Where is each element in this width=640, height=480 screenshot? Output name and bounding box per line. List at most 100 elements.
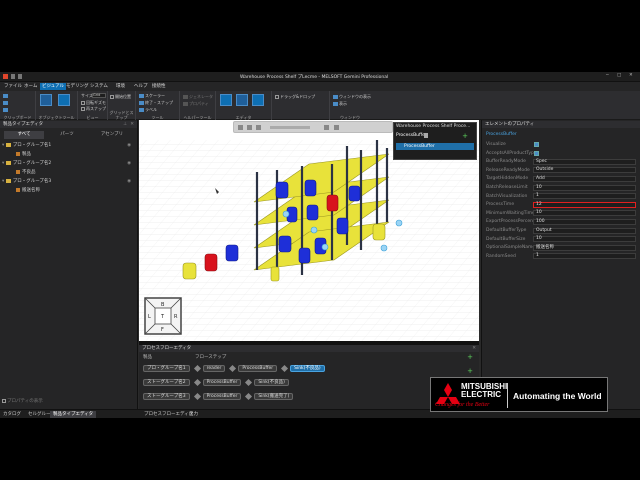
float-buffer-label: ProcessBuffer	[396, 133, 427, 138]
ribbon-group-grid-snap: 開始位置 グリッドとスナップ	[108, 91, 136, 120]
select-tool-button[interactable]	[40, 94, 52, 106]
tab-all[interactable]: すべて	[4, 131, 44, 139]
property-name: BatchVisualization	[486, 193, 528, 199]
flow-row-2[interactable]: ストーグループ名2 ProcessBuffer Sink(不良品)	[143, 378, 294, 389]
display-item[interactable]: 表示	[333, 101, 347, 106]
menu-system[interactable]: システム	[88, 83, 110, 90]
property-value[interactable]: 10	[533, 184, 636, 191]
property-name: DefaultBufferType	[486, 228, 527, 233]
element-properties-panel: エレメントのプロパティ ProcessBuffer Visualize Accep…	[481, 120, 640, 409]
property-item[interactable]: プロパティ	[183, 101, 209, 106]
settings-icon[interactable]	[334, 125, 339, 130]
property-value[interactable]: 1	[533, 253, 636, 260]
menu-visual[interactable]: ビジュアル	[40, 83, 67, 90]
layout-button[interactable]	[220, 94, 232, 106]
tree-folder-3[interactable]: ▾ プロ・グループ名3 ◉	[2, 178, 134, 186]
property-value[interactable]: Output	[533, 227, 636, 234]
play-icon[interactable]	[238, 125, 243, 130]
tab-parts[interactable]: パーツ	[47, 131, 87, 139]
stop-icon[interactable]	[256, 125, 261, 130]
flow-group: ストーグループ名3	[143, 393, 190, 400]
tree-item-defect[interactable]: 不良品	[2, 169, 134, 177]
minimize-button[interactable]: ─	[606, 73, 609, 78]
3d-viewport[interactable]: B L T R F Warehouse Process Shelf Proce.…	[139, 120, 479, 341]
title-bar: Warehouse Process Shelf プLecme - MELSOFT…	[0, 72, 640, 82]
property-value[interactable]: 12	[533, 201, 636, 208]
property-value[interactable]: 100	[533, 218, 636, 225]
delete-icon[interactable]	[424, 133, 428, 138]
resnap-check[interactable]: 再スナップ	[81, 106, 106, 111]
process-button[interactable]	[252, 94, 264, 106]
close-panel-icon[interactable]: ✕	[130, 122, 134, 127]
close-button[interactable]: ✕	[629, 73, 633, 78]
tab-output[interactable]: 出力	[186, 411, 201, 418]
pin-icon[interactable]: ⊥	[123, 122, 127, 127]
flow-row-3[interactable]: ストーグループ名3 ProcessBuffer Sink(搬送完了)	[143, 392, 298, 403]
tab-catalog[interactable]: カタログ	[0, 411, 24, 418]
tree-item-transport[interactable]: 搬送名称	[2, 187, 134, 195]
start-position-check[interactable]: 開始位置	[110, 94, 131, 99]
step-icon	[281, 364, 289, 373]
rotate-gizmo-check[interactable]: 回転ギズモ	[81, 100, 106, 105]
folder-icon	[5, 160, 11, 165]
maximize-button[interactable]: □	[617, 73, 621, 78]
float-buffer-row[interactable]: ProcessBuffer	[396, 143, 474, 150]
grid-size-input[interactable]: Grid	[92, 93, 106, 98]
paste-icon[interactable]	[3, 94, 8, 98]
camera-icon[interactable]	[324, 125, 329, 130]
property-checkbox[interactable]	[534, 150, 539, 156]
move-tool-button[interactable]	[58, 94, 70, 106]
menu-home[interactable]: ホーム	[22, 83, 39, 90]
property-row: AcceptsAllProductTypes	[484, 150, 639, 157]
undo-icon[interactable]	[18, 74, 22, 79]
step-icon	[229, 364, 237, 373]
cut-icon[interactable]	[3, 108, 8, 112]
flow-row-1[interactable]: プロ・グループ名1 reader ProcessBuffer Sink(不良品)	[143, 364, 330, 375]
navigation-cube[interactable]: B L T R F	[144, 297, 182, 335]
add-icon[interactable]: +	[462, 132, 468, 140]
show-properties-check[interactable]: プロパティの表示	[2, 398, 43, 404]
menu-connectivity[interactable]: 接続性	[150, 83, 168, 90]
property-row: BatchVisualization 1	[484, 193, 639, 200]
end-snap-item[interactable]: 終了・スナップ	[139, 100, 173, 105]
add-flow-icon[interactable]: +	[467, 353, 473, 361]
property-value[interactable]: Spec	[533, 158, 636, 165]
property-value[interactable]: 1	[533, 193, 636, 200]
property-value[interactable]: Add	[533, 175, 636, 182]
property-checkbox[interactable]	[534, 142, 539, 147]
label-item[interactable]: ラベル	[139, 107, 157, 112]
menu-file[interactable]: ファイル	[2, 83, 24, 90]
scaler-item[interactable]: スケーラー	[139, 93, 165, 98]
property-value[interactable]: Outside	[533, 167, 636, 174]
property-value[interactable]: 10	[533, 210, 636, 217]
menu-environment[interactable]: 環境	[114, 83, 127, 90]
close-panel-icon[interactable]: ✕	[472, 346, 476, 351]
tree-folder-1[interactable]: ▾ プロ・グループ名1 ◉	[2, 142, 134, 150]
drag-drop-check[interactable]: ドラッグ&ドロップ	[275, 94, 315, 99]
speed-slider[interactable]	[270, 126, 310, 129]
tab-assembly[interactable]: アセンブリ	[90, 131, 134, 139]
copy-icon[interactable]	[3, 101, 8, 105]
ribbon-group-clipboard: クリップボード	[0, 91, 36, 120]
brand-slogan: Changes for the Better	[435, 402, 490, 408]
property-value[interactable]: 搬送名称	[533, 244, 636, 251]
add-step-icon[interactable]: +	[467, 367, 473, 375]
navcube-left-label: L	[148, 314, 151, 320]
save-icon[interactable]	[11, 74, 15, 79]
pause-icon[interactable]	[247, 125, 252, 130]
tree-item-product[interactable]: 製品	[2, 151, 134, 159]
tab-product-type-editor[interactable]: 製品タイプエディタ	[50, 411, 97, 418]
flow-group: プロ・グループ名1	[143, 365, 190, 372]
column-product: 製品	[143, 355, 152, 360]
menu-modeling[interactable]: モデリング	[64, 83, 91, 90]
tree-folder-2[interactable]: ▾ プロ・グループ名2 ◉	[2, 160, 134, 168]
geometry-button[interactable]	[236, 94, 248, 106]
property-value[interactable]: 10	[533, 236, 636, 243]
window-display-item[interactable]: ウィンドウの表示	[333, 94, 371, 99]
step-icon	[193, 378, 201, 387]
mitsubishi-electric-banner: MITSUBISHI ELECTRIC Changes for the Bett…	[430, 377, 608, 412]
menu-help[interactable]: ヘルプ	[132, 83, 150, 90]
property-name: DefaultBufferSize	[486, 236, 526, 242]
product-icon	[16, 169, 20, 174]
generator-item[interactable]: ジェネレータ	[183, 94, 213, 99]
